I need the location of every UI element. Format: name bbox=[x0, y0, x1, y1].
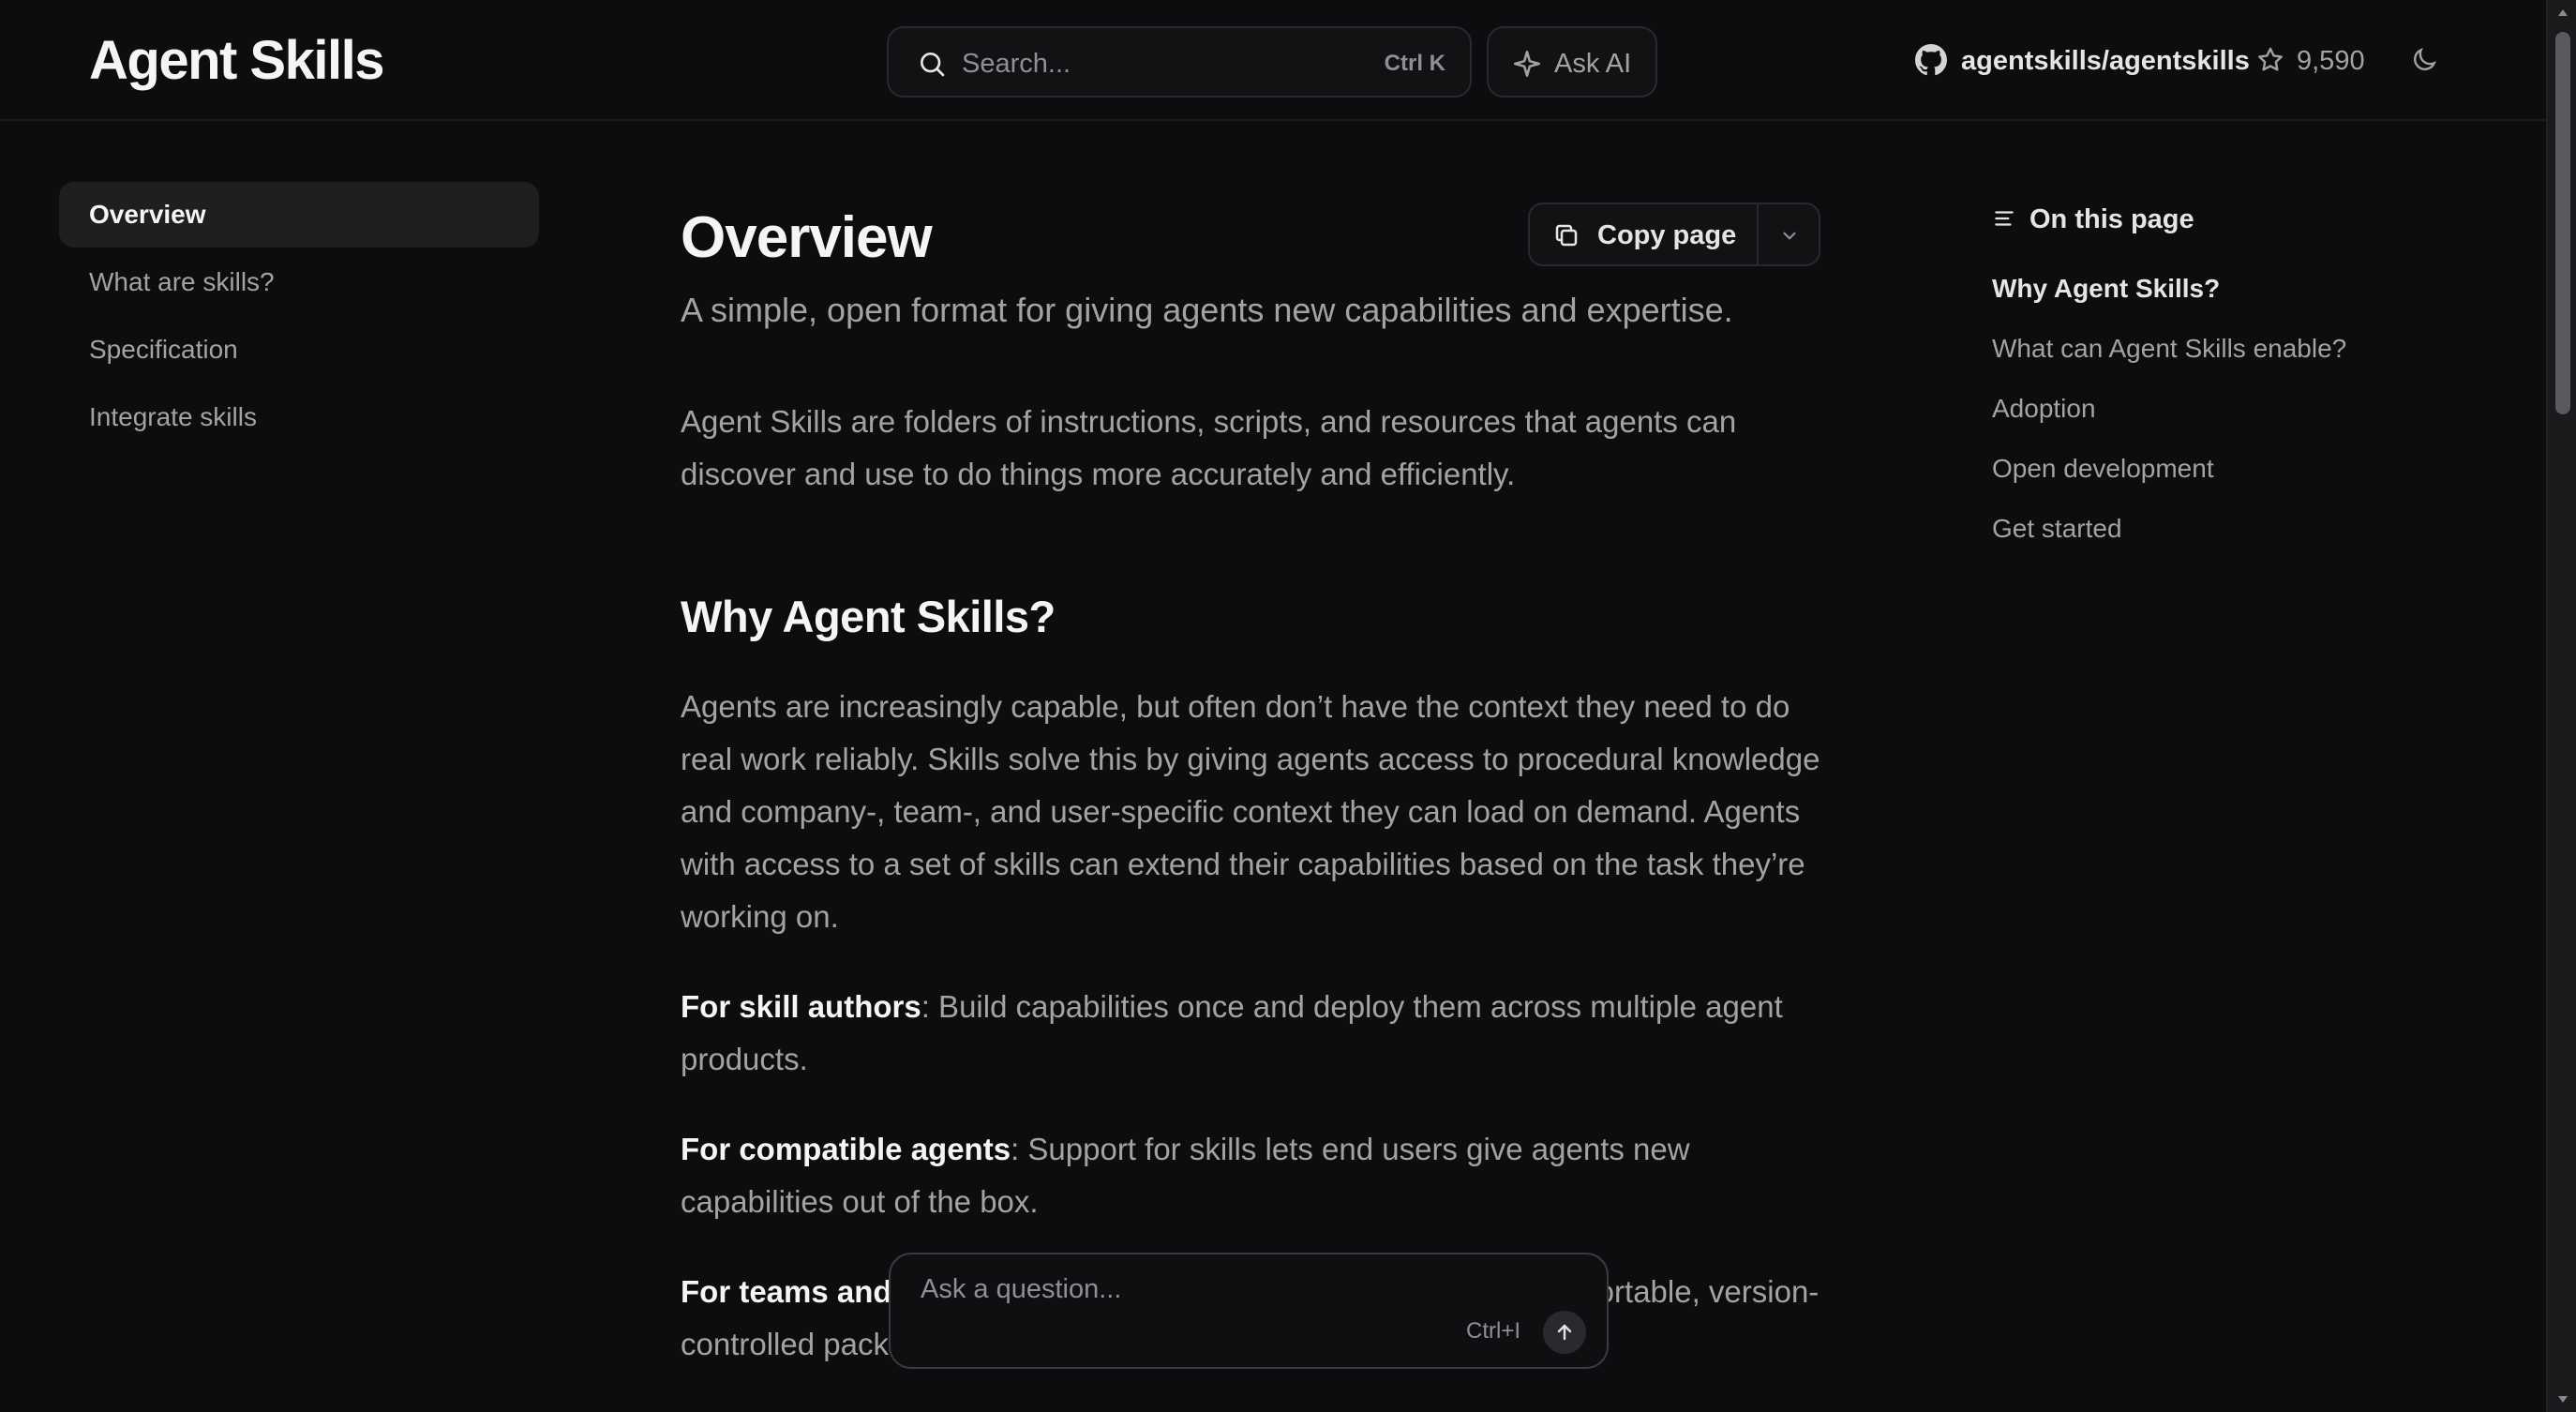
toc-title: On this page bbox=[2029, 204, 2194, 234]
arrow-up-icon bbox=[1557, 1324, 1572, 1341]
site-logo[interactable]: Agent Skills bbox=[89, 28, 384, 94]
sidebar-item-overview[interactable]: Overview bbox=[59, 182, 539, 248]
copy-button-divider bbox=[1757, 204, 1759, 264]
why-paragraph: Agents are increasingly capable, but oft… bbox=[681, 689, 1820, 934]
toc-header: On this page bbox=[1992, 201, 2442, 238]
chevron-down-icon[interactable] bbox=[1777, 223, 1802, 248]
toc-item-why-agent-skills[interactable]: Why Agent Skills? bbox=[1992, 270, 2442, 330]
star-count: 9,590 bbox=[2297, 46, 2365, 76]
search-icon bbox=[921, 53, 945, 77]
bullet-lead: For teams and bbox=[681, 1274, 892, 1309]
ask-ai-label: Ask AI bbox=[1554, 49, 1632, 79]
top-header: Agent Skills Search... Ctrl K Ask AI age… bbox=[0, 0, 2546, 121]
scroll-down-arrow-icon[interactable] bbox=[2555, 1391, 2570, 1406]
copy-page-label: Copy page bbox=[1597, 220, 1737, 250]
search-placeholder: Search... bbox=[962, 49, 1071, 79]
bullet-compatible-agents: For compatible agents: Support for skill… bbox=[681, 1123, 1824, 1228]
sidebar-item-what-are-skills[interactable]: What are skills? bbox=[59, 249, 539, 315]
bullet-lead: For compatible agents bbox=[681, 1132, 1011, 1166]
ask-question-input[interactable] bbox=[919, 1273, 1481, 1306]
ask-ai-button[interactable]: Ask AI bbox=[1487, 26, 1657, 98]
copy-icon bbox=[1555, 224, 1578, 247]
send-button[interactable] bbox=[1543, 1311, 1586, 1354]
page-title: Overview bbox=[681, 205, 933, 270]
ask-shortcut: Ctrl+I bbox=[1466, 1318, 1521, 1344]
toc-item-open-development[interactable]: Open development bbox=[1992, 450, 2442, 510]
ask-question-bar: Ctrl+I bbox=[889, 1253, 1609, 1369]
toc-item-what-can-enable[interactable]: What can Agent Skills enable? bbox=[1992, 330, 2442, 390]
scrollbar[interactable] bbox=[2546, 0, 2576, 1412]
scrollbar-thumb[interactable] bbox=[2555, 32, 2570, 414]
bullet-skill-authors: For skill authors: Build capabilities on… bbox=[681, 981, 1824, 1086]
list-icon bbox=[1995, 211, 2014, 226]
intro-paragraph: Agent Skills are folders of instructions… bbox=[681, 404, 1737, 491]
sidebar-nav: Overview What are skills? Specification … bbox=[59, 182, 539, 452]
sidebar-item-specification[interactable]: Specification bbox=[59, 317, 539, 383]
sidebar-item-integrate-skills[interactable]: Integrate skills bbox=[59, 384, 539, 450]
bullet-lead: For skill authors bbox=[681, 989, 921, 1024]
section-heading-why: Why Agent Skills? bbox=[681, 592, 1056, 641]
page-subtitle: A simple, open format for giving agents … bbox=[681, 291, 1733, 329]
github-repo-link[interactable]: agentskills/agentskills bbox=[1961, 44, 2250, 78]
moon-icon[interactable] bbox=[2409, 45, 2439, 75]
sparkle-icon bbox=[1513, 50, 1541, 78]
search-box[interactable]: Search... Ctrl K bbox=[887, 26, 1472, 98]
copy-page-button[interactable]: Copy page bbox=[1528, 203, 1820, 266]
toc-item-adoption[interactable]: Adoption bbox=[1992, 390, 2442, 450]
table-of-contents: On this page Why Agent Skills? What can … bbox=[1992, 201, 2442, 570]
search-shortcut: Ctrl K bbox=[1384, 51, 1445, 76]
star-icon bbox=[2258, 47, 2283, 71]
toc-item-get-started[interactable]: Get started bbox=[1992, 510, 2442, 570]
github-icon[interactable] bbox=[1915, 44, 1947, 76]
scroll-up-arrow-icon[interactable] bbox=[2555, 6, 2570, 21]
